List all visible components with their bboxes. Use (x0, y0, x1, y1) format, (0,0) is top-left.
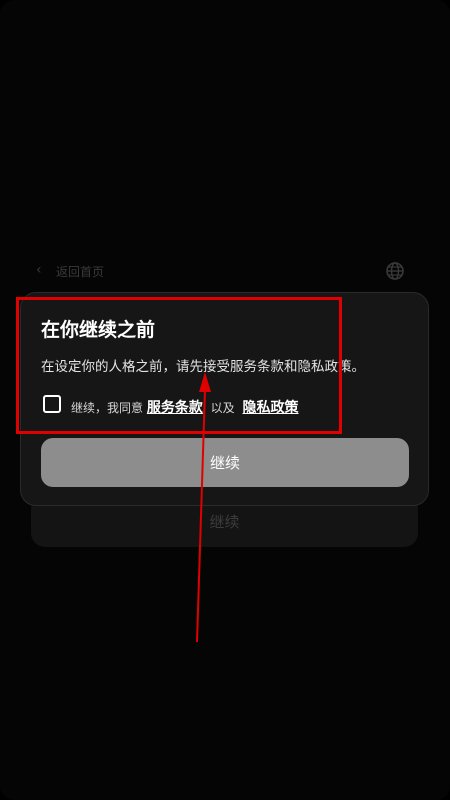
app-screen: ‹ 返回首页 继续 在你继续之前 在设定你的人格之前，请先接受服务条款和隐私政策… (0, 0, 450, 800)
annotation-arrow-icon (196, 372, 211, 643)
